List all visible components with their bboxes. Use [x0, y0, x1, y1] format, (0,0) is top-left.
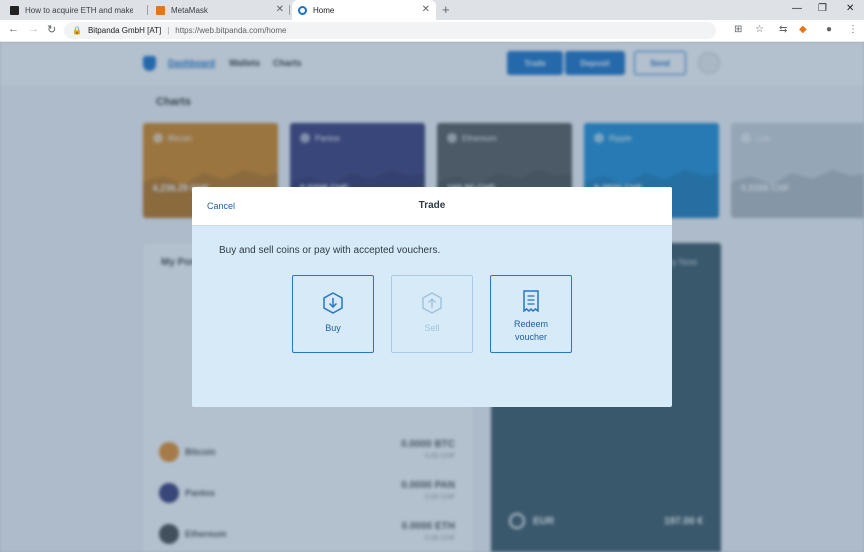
close-tab-icon[interactable]: ✕ [422, 4, 430, 15]
redeem-voucher-option-button[interactable]: Redeem voucher [490, 275, 572, 353]
sell-option-button: Sell [391, 275, 473, 353]
address-bar[interactable]: 🔒 Bitpanda GmbH [AT] | https://web.bitpa… [64, 22, 716, 39]
restore-icon[interactable]: ❐ [818, 3, 827, 14]
modal-title: Trade [418, 200, 446, 211]
translate-icon[interactable]: ⊞ [734, 24, 742, 35]
minimize-icon[interactable]: — [792, 3, 802, 14]
new-tab-icon[interactable]: + [442, 2, 450, 17]
modal-header: Cancel Trade [192, 187, 672, 226]
close-tab-icon[interactable]: ✕ [276, 4, 284, 15]
close-window-icon[interactable]: ✕ [846, 3, 854, 14]
tab-title: How to acquire ETH and make a [25, 5, 133, 15]
forward-icon[interactable]: → [28, 23, 39, 35]
back-icon[interactable]: ← [8, 23, 19, 35]
trade-modal: Cancel Trade Buy and sell coins or pay w… [192, 187, 672, 407]
browser-tab-active[interactable]: Home ✕ [292, 0, 436, 20]
medium-icon [10, 5, 19, 15]
sell-arrow-up-icon [422, 292, 442, 314]
profile-icon[interactable]: ● [826, 24, 832, 35]
browser-toolbar: ← → ↻ 🔒 Bitpanda GmbH [AT] | https://web… [0, 20, 864, 42]
lock-icon[interactable]: 🔒 [72, 26, 82, 35]
metamask-fox-icon [156, 5, 165, 15]
browser-tab[interactable]: How to acquire ETH and make a [4, 0, 148, 20]
separator: | [167, 26, 170, 35]
voucher-receipt-icon [523, 290, 539, 312]
browser-tab[interactable]: MetaMask ✕ [150, 0, 290, 20]
buy-arrow-down-icon [323, 292, 343, 314]
buy-option-button[interactable]: Buy [292, 275, 374, 353]
redeem-voucher-label: Redeem voucher [513, 319, 549, 342]
buy-label: Buy [325, 323, 341, 333]
sell-label: Sell [424, 323, 440, 333]
browser-tab-bar: How to acquire ETH and make a MetaMask ✕… [0, 0, 864, 20]
site-identity: Bitpanda GmbH [AT] [87, 26, 162, 35]
extension-icon[interactable]: ⇆ [779, 24, 787, 35]
modal-description: Buy and sell coins or pay with accepted … [219, 245, 441, 256]
metamask-extension-icon[interactable]: ◆ [799, 24, 807, 35]
url-text: https://web.bitpanda.com/home [175, 26, 287, 35]
reload-icon[interactable]: ↻ [47, 23, 56, 36]
tab-title: MetaMask [171, 5, 208, 15]
menu-icon[interactable]: ⋮ [848, 24, 858, 35]
bookmark-star-icon[interactable]: ☆ [755, 24, 764, 35]
bitpanda-icon [298, 5, 307, 15]
tab-title: Home [313, 5, 335, 15]
